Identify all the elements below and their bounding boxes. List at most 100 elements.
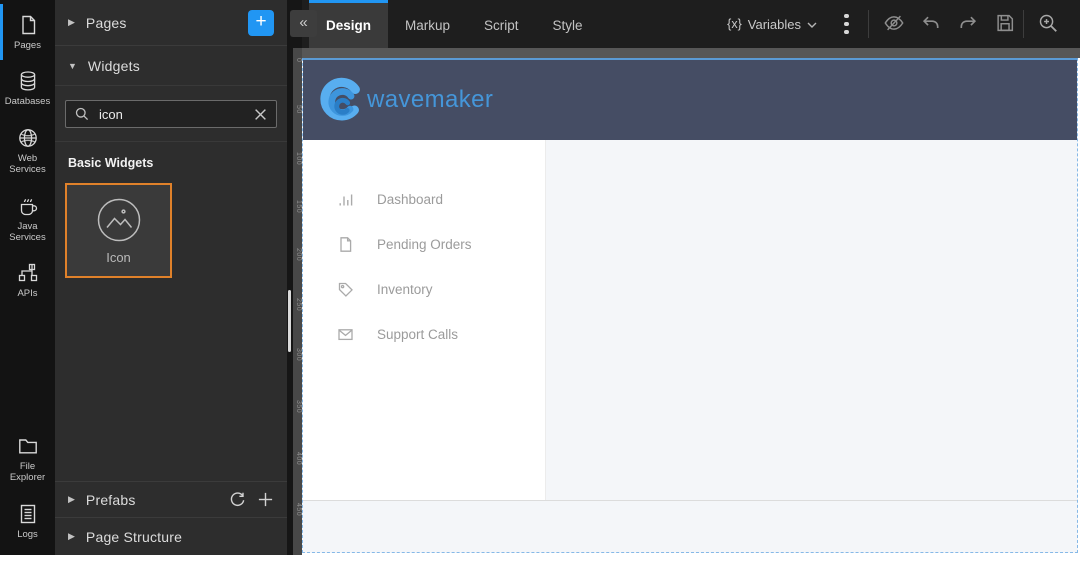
ruler-tick: 150 [295, 200, 302, 214]
ruler-tick: 100 [295, 152, 302, 166]
zoom-in-button[interactable] [1036, 12, 1060, 36]
sidebar-item-pages[interactable]: Pages [0, 4, 55, 61]
widgets-section-label: Widgets [87, 57, 140, 74]
ruler-tick: 250 [295, 298, 302, 312]
tab-markup[interactable]: Markup [388, 0, 467, 48]
app-left-nav: Dashboard Pending Orders Inventory Suppo… [303, 140, 546, 500]
page-structure-section-header[interactable]: ▶ Page Structure [55, 517, 287, 555]
app-footer-bar [303, 500, 1077, 552]
nav-item-label: Pending Orders [377, 237, 472, 252]
nav-item-support-calls[interactable]: Support Calls [303, 312, 545, 357]
apis-icon [17, 262, 39, 284]
app-body: Dashboard Pending Orders Inventory Suppo… [303, 140, 1077, 500]
pages-icon [17, 14, 39, 36]
document-icon [337, 236, 355, 253]
brand-name: wavemaker [367, 86, 494, 113]
sidebar-item-label: Databases [4, 96, 51, 108]
tab-design[interactable]: Design [309, 0, 389, 48]
redo-button[interactable] [956, 12, 980, 36]
more-options-button[interactable] [842, 12, 851, 37]
sidebar-item-logs[interactable]: Logs [0, 493, 55, 549]
tag-icon [337, 281, 355, 298]
clear-search-icon[interactable] [254, 108, 267, 121]
ruler-tick: 0 [295, 58, 302, 63]
ruler-tick: 50 [295, 105, 302, 114]
nav-item-label: Inventory [377, 282, 433, 297]
pages-section-label: Pages [85, 14, 127, 31]
ruler-tick: 200 [295, 248, 302, 262]
sidebar-item-apis[interactable]: APIs [0, 252, 55, 308]
envelope-icon [337, 326, 355, 343]
prefabs-section-header[interactable]: ▶ Prefabs [55, 481, 287, 517]
chevron-right-icon: ▶ [68, 494, 75, 504]
variables-braces-icon: {x} [727, 17, 742, 31]
nav-item-label: Dashboard [377, 192, 444, 207]
sidebar-item-label: APIs [17, 288, 38, 300]
logs-icon [17, 503, 39, 525]
editor-toolbar: Design Markup Script Style {x} Variables [302, 0, 1080, 48]
undo-button[interactable] [919, 12, 943, 36]
nav-item-dashboard[interactable]: Dashboard [303, 177, 545, 222]
vertical-scrollbar-thumb[interactable] [288, 290, 291, 352]
java-services-icon [17, 195, 39, 217]
app-content-area[interactable] [546, 140, 1077, 500]
chevron-right-icon: ▶ [68, 531, 75, 541]
sidebar-item-databases[interactable]: Databases [0, 60, 55, 116]
save-icon [994, 12, 1016, 37]
editor-tabs: Design Markup Script Style [309, 0, 600, 48]
chevron-down-icon [807, 22, 817, 28]
chevron-right-icon: ▶ [68, 17, 75, 27]
widgets-panel: ▶ Pages + ▼ Widgets icon Basic Widgets I… [55, 0, 287, 555]
save-button[interactable] [993, 12, 1017, 36]
ruler-tick: 400 [295, 452, 302, 466]
ruler-tick: 350 [295, 400, 302, 414]
search-input[interactable] [97, 105, 254, 123]
tab-script[interactable]: Script [467, 0, 536, 48]
variables-button[interactable]: {x} Variables [721, 16, 823, 33]
panel-canvas-gap: 0 50 100 150 200 250 300 350 400 450 [287, 0, 302, 555]
page-structure-label: Page Structure [85, 528, 183, 545]
nav-item-pending-orders[interactable]: Pending Orders [303, 222, 545, 267]
plus-icon: + [255, 11, 267, 32]
add-prefab-icon[interactable] [257, 491, 274, 508]
prefabs-section-label: Prefabs [85, 491, 136, 508]
vertical-ruler: 0 50 100 150 200 250 300 350 400 450 [293, 48, 302, 555]
add-page-button[interactable]: + [248, 9, 274, 36]
sidebar-top-group: Pages Databases Web Services Java Servic… [0, 0, 55, 309]
widget-search-box[interactable] [65, 100, 277, 128]
sidebar-item-label: Web Services [9, 152, 46, 176]
toolbar-divider [867, 10, 869, 38]
sidebar-item-label: Java Services [9, 220, 46, 243]
activity-sidebar: Pages Databases Web Services Java Servic… [0, 0, 55, 555]
widget-search-area [55, 86, 287, 142]
ruler-tick: 450 [295, 503, 302, 517]
editor-main: Design Markup Script Style {x} Variables [302, 0, 1080, 555]
image-circle-icon [96, 197, 142, 243]
search-icon [75, 107, 89, 121]
app-header-bar: wavemaker [303, 60, 1077, 140]
nav-item-label: Support Calls [377, 327, 459, 342]
pages-section-header[interactable]: ▶ Pages + [55, 0, 287, 46]
preview-hidden-button[interactable] [882, 12, 906, 36]
sidebar-item-file-explorer[interactable]: File Explorer [0, 425, 55, 493]
collapse-panel-button[interactable]: « [290, 10, 317, 37]
undo-icon [920, 12, 942, 37]
nav-item-inventory[interactable]: Inventory [303, 267, 545, 312]
studio-app: Pages Databases Web Services Java Servic… [0, 0, 1080, 555]
toolbar-divider [1023, 10, 1024, 38]
databases-icon [17, 70, 39, 92]
tab-style[interactable]: Style [536, 0, 600, 48]
design-canvas[interactable]: wavemaker Dashboard Pending Orders Inven… [302, 58, 1078, 553]
widgets-section-header[interactable]: ▼ Widgets [55, 46, 287, 86]
sidebar-item-web-services[interactable]: Web Services [0, 117, 55, 185]
sidebar-item-label: Logs [17, 528, 38, 540]
icon-widget-label: Icon [106, 249, 131, 265]
icon-widget-card[interactable]: Icon [65, 183, 172, 278]
prefabs-actions [229, 491, 274, 508]
zoom-in-icon [1037, 12, 1059, 37]
sidebar-bottom-group: File Explorer Logs [0, 425, 55, 555]
refresh-icon[interactable] [229, 491, 246, 508]
widget-list: Icon [55, 177, 287, 481]
eye-off-icon [883, 12, 905, 37]
sidebar-item-java-services[interactable]: Java Services [0, 185, 55, 253]
